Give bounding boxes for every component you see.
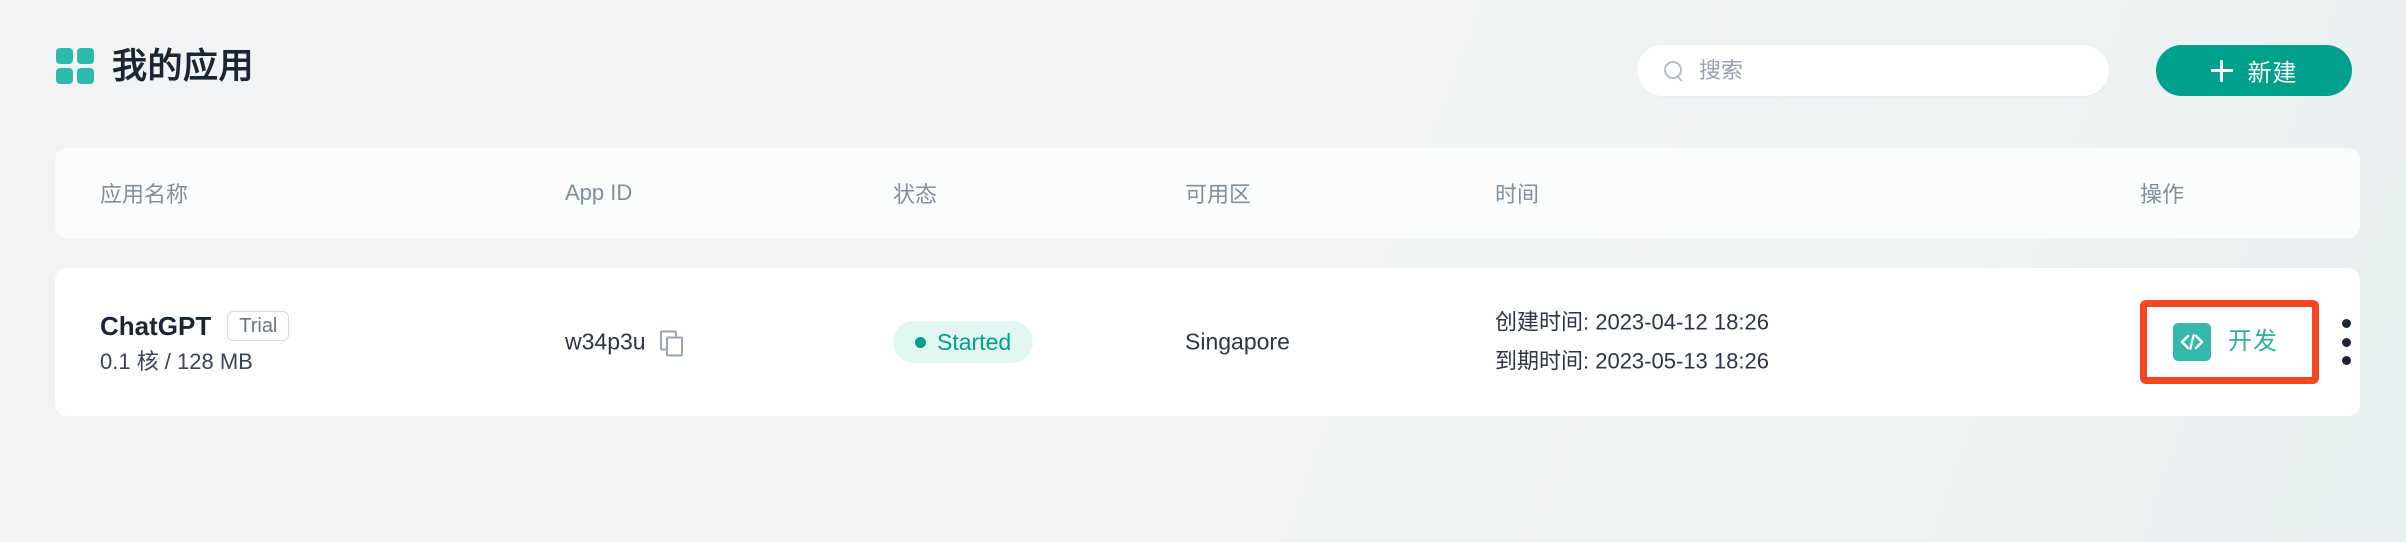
trial-badge: Trial — [227, 311, 290, 341]
table-row[interactable]: ChatGPT Trial 0.1 核 / 128 MB w34p3u Star… — [55, 268, 2360, 416]
page-header: 我的应用 新建 — [0, 0, 2406, 142]
code-icon — [2173, 323, 2211, 361]
column-header-zone: 可用区 — [1185, 182, 1252, 207]
cell-zone: Singapore — [1185, 329, 1290, 356]
column-header-appid: App ID — [565, 180, 633, 205]
more-actions-icon[interactable] — [2341, 319, 2351, 365]
status-badge: Started — [893, 321, 1034, 363]
plus-icon — [2210, 59, 2233, 82]
cell-status: Started — [893, 321, 1034, 363]
expire-time: 到期时间: 2023-05-13 18:26 — [1495, 348, 1769, 374]
highlight-annotation-box: 开发 — [2140, 300, 2319, 384]
table-header: 应用名称 App ID 状态 可用区 时间 操作 — [55, 148, 2360, 238]
cell-app-name: ChatGPT Trial 0.1 核 / 128 MB — [100, 311, 290, 374]
column-header-action: 操作 — [2140, 182, 2185, 207]
search-box[interactable] — [1637, 45, 2109, 96]
cell-app-id: w34p3u — [565, 328, 683, 357]
search-input[interactable] — [1699, 55, 2079, 86]
status-dot-icon — [915, 336, 926, 348]
app-list-page: 我的应用 新建 应用名称 App ID 状态 可用区 时间 操作 ChatGPT… — [0, 0, 2406, 542]
cell-action: 开发 — [2140, 300, 2351, 384]
column-header-time: 时间 — [1495, 182, 1540, 207]
column-header-status: 状态 — [893, 182, 938, 207]
page-title-block: 我的应用 — [56, 48, 254, 84]
zone-value: Singapore — [1185, 328, 1290, 355]
app-spec: 0.1 核 / 128 MB — [100, 349, 253, 374]
app-name: ChatGPT — [100, 311, 212, 341]
status-label: Started — [937, 328, 1012, 355]
cell-time: 创建时间: 2023-04-12 18:26 到期时间: 2023-05-13 … — [1495, 309, 1769, 374]
page-title: 我的应用 — [112, 46, 255, 86]
created-time: 创建时间: 2023-04-12 18:26 — [1495, 309, 1769, 335]
grid-icon — [56, 48, 94, 84]
develop-button-label: 开发 — [2228, 328, 2278, 355]
develop-button[interactable]: 开发 — [2173, 323, 2278, 361]
copy-icon[interactable] — [659, 330, 683, 357]
new-app-button-label: 新建 — [2247, 60, 2298, 87]
app-id-value: w34p3u — [565, 328, 646, 355]
new-app-button[interactable]: 新建 — [2156, 45, 2352, 96]
search-icon — [1663, 60, 1685, 82]
column-header-name: 应用名称 — [100, 182, 189, 207]
